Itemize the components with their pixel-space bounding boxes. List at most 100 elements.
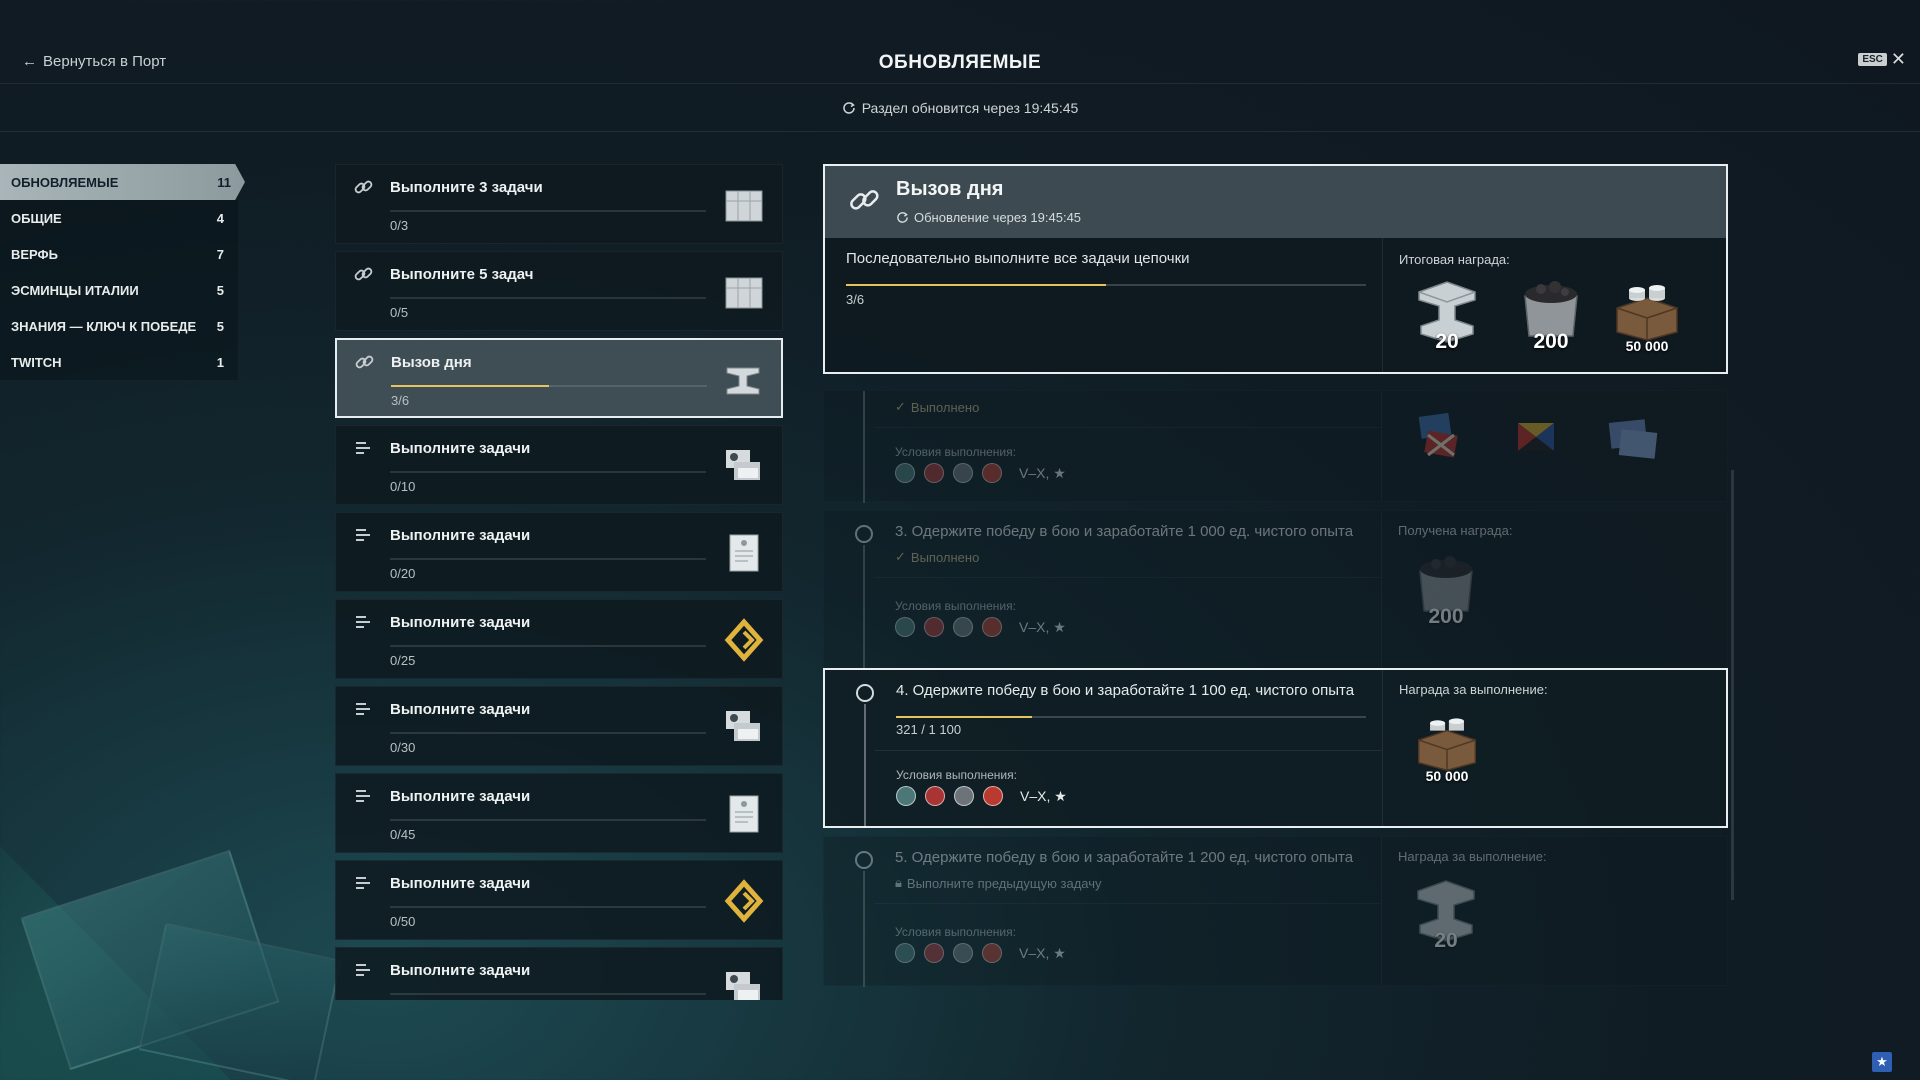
sidebar-item-count: 4 [216, 210, 224, 226]
credits-reward[interactable]: 50 000 [1407, 708, 1487, 784]
cards-icon [722, 966, 766, 1000]
task-title: Выполните 5 задач [390, 266, 534, 283]
step-reward-label: Награда за выполнение: [1399, 682, 1548, 697]
step-title: 3. Одержите победу в бою и заработайте 1… [895, 523, 1354, 540]
carrier-class-icon [982, 463, 1002, 483]
step-done-text: Выполнено [910, 549, 980, 565]
list-icon [354, 613, 374, 631]
conditions-label: Условия выполнения: [896, 768, 1017, 782]
reward-qty: 200 [1533, 330, 1569, 353]
steel-icon [721, 358, 765, 402]
check-icon: ✓ [895, 399, 906, 414]
sidebar-item-knowledge[interactable]: ЗНАНИЯ — КЛЮЧ К ПОБЕДЕ 5 [0, 308, 238, 344]
list-icon [354, 439, 374, 457]
list-icon [354, 700, 374, 718]
cruiser-class-icon [924, 617, 944, 637]
task-progress-text: 0/20 [390, 566, 416, 581]
reward-qty: 50 000 [1425, 768, 1469, 784]
list-icon [354, 526, 374, 544]
signal-flag-icon[interactable] [1514, 419, 1558, 455]
task-progress-bar [390, 471, 706, 473]
reward-qty: 20 [1434, 929, 1458, 952]
task-card[interactable]: Выполните задачи 0/25 [335, 599, 783, 679]
lock-icon: 🔒︎ [895, 875, 902, 890]
task-progress-bar [390, 645, 706, 647]
sidebar-item-count: 5 [216, 318, 224, 334]
step-status-circle [856, 684, 874, 702]
carrier-class-icon [982, 943, 1002, 963]
task-card[interactable]: Вызов дня 3/6 [335, 338, 783, 418]
task-card[interactable]: Выполните задачи [335, 947, 783, 1000]
sidebar-item-shipyard[interactable]: ВЕРФЬ 7 [0, 236, 238, 272]
chain-update-text: Обновление через 19:45:45 [914, 210, 1082, 225]
task-progress-bar [390, 906, 706, 908]
steel-reward[interactable]: 20 [1406, 873, 1486, 953]
timeline-line [863, 871, 865, 987]
chain-link-icon [354, 178, 374, 196]
destroyer-class-icon [895, 617, 915, 637]
task-card[interactable]: Выполните задачи 0/10 [335, 425, 783, 505]
sidebar-item-label: ОБЩИЕ [11, 210, 62, 226]
chain-header: Вызов дня Обновление через 19:45:45 [825, 166, 1726, 238]
tier-text: V–X, ★ [1019, 464, 1066, 481]
conditions-row: V–X, ★ [895, 463, 1066, 483]
coal-reward[interactable]: 200 [1406, 549, 1486, 629]
coal-reward[interactable]: 200 [1511, 274, 1591, 354]
sidebar-item-label: ВЕРФЬ [11, 246, 58, 262]
category-sidebar: ОБНОВЛЯЕМЫЕ 11 ОБЩИЕ 4 ВЕРФЬ 7 ЭСМИНЦЫ И… [0, 164, 245, 380]
task-card[interactable]: Выполните задачи 0/50 [335, 860, 783, 940]
sidebar-item-updatable[interactable]: ОБНОВЛЯЕМЫЕ 11 [0, 164, 245, 200]
task-card[interactable]: Выполните задачи 0/30 [335, 686, 783, 766]
detail-scrollbar[interactable] [1731, 470, 1734, 900]
task-card[interactable]: Выполните задачи 0/45 [335, 773, 783, 853]
credits-reward[interactable]: 50 000 [1607, 274, 1687, 354]
battleship-class-icon [953, 617, 973, 637]
sidebar-item-label: ЭСМИНЦЫ ИТАЛИИ [11, 282, 139, 298]
sidebar-item-twitch[interactable]: TWITCH 1 [0, 344, 238, 380]
sidebar-item-italian-destroyers[interactable]: ЭСМИНЦЫ ИТАЛИИ 5 [0, 272, 238, 308]
task-card[interactable]: Выполните 5 задач 0/5 [335, 251, 783, 331]
sidebar-item-count: 7 [216, 246, 224, 262]
list-icon [354, 874, 374, 892]
step-status-circle [855, 525, 873, 543]
task-progress-text: 0/50 [390, 914, 416, 929]
task-card[interactable]: Выполните 3 задачи 0/3 [335, 164, 783, 244]
chain-title: Вызов дня [896, 178, 1004, 200]
sidebar-item-count: 1 [216, 354, 224, 370]
sidebar-item-general[interactable]: ОБЩИЕ 4 [0, 200, 238, 236]
refresh-icon [842, 101, 855, 114]
signal-flags-icon[interactable] [1414, 409, 1474, 465]
task-progress-bar [390, 297, 706, 299]
camouflage-icon[interactable] [1606, 417, 1662, 461]
task-progress-bar [390, 210, 706, 212]
chain-progress-text: 3/6 [846, 292, 865, 307]
cards-icon [722, 444, 766, 488]
close-button[interactable]: ESC ✕ [1858, 50, 1906, 68]
diamond-icon [722, 879, 766, 923]
divider [875, 750, 1382, 751]
sidebar-item-label: ЗНАНИЯ — КЛЮЧ К ПОБЕДЕ [11, 318, 197, 334]
step-title: 4. Одержите победу в бою и заработайте 1… [896, 682, 1355, 699]
task-title: Выполните задачи [390, 875, 531, 892]
steel-reward[interactable]: 20 [1407, 274, 1487, 354]
cruiser-class-icon [924, 463, 944, 483]
task-progress-text: 0/5 [390, 305, 409, 320]
task-title: Выполните задачи [390, 614, 531, 631]
star-icon[interactable]: ★ [1872, 1052, 1892, 1072]
received-reward-label: Получена награда: [1398, 523, 1513, 538]
list-icon [354, 961, 374, 979]
task-title: Вызов дня [391, 354, 472, 371]
conditions-label: Условия выполнения: [895, 599, 1016, 613]
chain-step-4[interactable]: 4. Одержите победу в бою и заработайте 1… [823, 668, 1728, 828]
destroyer-class-icon [895, 943, 915, 963]
task-title: Выполните задачи [390, 527, 531, 544]
divider [1381, 391, 1382, 501]
task-card[interactable]: Выполните задачи 0/20 [335, 512, 783, 592]
step-progress-fill [896, 716, 1033, 718]
divider [1382, 670, 1383, 826]
divider [874, 903, 1381, 904]
task-progress-text: 0/30 [390, 740, 416, 755]
chain-link-icon [354, 265, 374, 283]
task-title: Выполните 3 задачи [390, 179, 543, 196]
chain-body: Последовательно выполните все задачи цеп… [825, 238, 1726, 372]
